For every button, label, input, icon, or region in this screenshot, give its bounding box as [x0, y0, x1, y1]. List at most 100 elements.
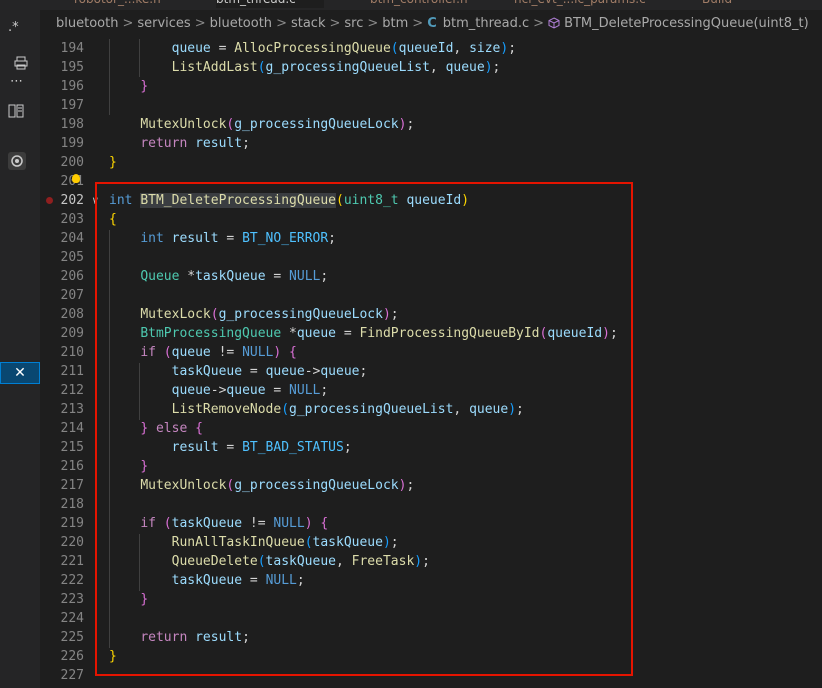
indent-guide	[109, 39, 110, 115]
code-token: g_processingQueueList	[265, 60, 430, 75]
line-number: 202	[60, 193, 84, 208]
tab-item-active[interactable]: btm_thread.c	[216, 0, 324, 8]
line-number: 214	[60, 421, 84, 436]
chevron-right-icon: >	[412, 15, 424, 31]
extension-icon[interactable]	[8, 152, 26, 170]
line-number: 225	[60, 630, 84, 645]
breadcrumb-item[interactable]: src	[344, 16, 363, 31]
chevron-right-icon: >	[122, 15, 134, 31]
line-number: 213	[60, 402, 84, 417]
breadcrumb-item[interactable]: services	[137, 16, 190, 31]
line-number: 209	[60, 326, 84, 341]
code-line[interactable]: 199 return result;	[40, 134, 822, 153]
lightbulb-icon[interactable]	[72, 174, 80, 183]
line-number: 204	[60, 231, 84, 246]
code-token: result	[195, 136, 243, 151]
tab-item[interactable]: Build	[702, 0, 732, 8]
line-number: 203	[60, 212, 84, 227]
printer-icon[interactable]	[14, 56, 28, 74]
code-text: ListAddLast(g_processingQueueList, queue…	[109, 58, 501, 77]
code-token: )	[484, 60, 493, 75]
chevron-right-icon: >	[533, 15, 545, 31]
regex-toggle[interactable]: .*	[8, 20, 19, 35]
code-line[interactable]: 198 MutexUnlock(g_processingQueueLock);	[40, 115, 822, 134]
line-number: 197	[60, 98, 84, 113]
line-number: 211	[60, 364, 84, 379]
line-number: 200	[60, 155, 84, 170]
line-number: 224	[60, 611, 84, 626]
code-token: queueId	[398, 41, 454, 56]
code-token: AllocProcessingQueue	[234, 41, 391, 56]
more-actions-icon[interactable]: ⋯	[10, 74, 23, 89]
code-line[interactable]: 197	[40, 96, 822, 115]
book-icon[interactable]	[8, 104, 24, 122]
code-token: queue	[171, 41, 211, 56]
line-number: 226	[60, 649, 84, 664]
line-number: 206	[60, 269, 84, 284]
code-line[interactable]: 194 queue = AllocProcessingQueue(queueId…	[40, 39, 822, 58]
line-number: 205	[60, 250, 84, 265]
chevron-right-icon: >	[194, 15, 206, 31]
tab-item[interactable]: robotor_...ke.h	[74, 0, 161, 8]
code-line[interactable]: 196 }	[40, 77, 822, 96]
left-sidebar-strip: .* ⋯ ✕	[0, 0, 40, 688]
breadcrumb-item[interactable]: btm	[382, 16, 408, 31]
code-line[interactable]: 200}	[40, 153, 822, 172]
code-token: (	[257, 60, 266, 75]
line-number: 218	[60, 497, 84, 512]
code-text: }	[109, 77, 148, 96]
code-token: MutexUnlock	[140, 117, 227, 132]
chevron-right-icon: >	[367, 15, 379, 31]
line-number: 194	[60, 41, 84, 56]
code-text: MutexUnlock(g_processingQueueLock);	[109, 115, 414, 134]
code-text: return result;	[109, 134, 250, 153]
code-token: ;	[508, 41, 517, 56]
line-number: 199	[60, 136, 84, 151]
tab-item[interactable]: hci_evt_...ic_params.c	[514, 0, 646, 8]
breadcrumb-item[interactable]: stack	[291, 16, 326, 31]
line-number: 216	[60, 459, 84, 474]
highlight-annotation-box	[95, 182, 633, 676]
code-line[interactable]: 195 ListAddLast(g_processingQueueList, q…	[40, 58, 822, 77]
line-number: 196	[60, 79, 84, 94]
line-number: 208	[60, 307, 84, 322]
code-token: ;	[406, 117, 415, 132]
tab-item[interactable]: btm_controller.h	[370, 0, 468, 8]
breadcrumb-symbol[interactable]: BTM_DeleteProcessingQueue(uint8_t)	[564, 16, 809, 31]
code-token: queue	[445, 60, 485, 75]
code-token: ;	[492, 60, 501, 75]
line-number: 227	[60, 668, 84, 683]
code-token: }	[109, 155, 117, 170]
line-number: 217	[60, 478, 84, 493]
line-number: 215	[60, 440, 84, 455]
code-token: ListAddLast	[171, 60, 258, 75]
chevron-right-icon: >	[276, 15, 287, 31]
c-file-icon: C	[427, 15, 437, 31]
line-number: 195	[60, 60, 84, 75]
line-number: 198	[60, 117, 84, 132]
breadcrumb-item[interactable]: bluetooth	[210, 16, 272, 31]
code-token: ,	[429, 60, 446, 75]
line-number: 223	[60, 592, 84, 607]
code-token: return	[140, 136, 188, 151]
chevron-right-icon: >	[329, 15, 341, 31]
indent-guide	[139, 39, 140, 77]
editor-tab-strip: robotor_...ke.h btm_thread.c btm_control…	[40, 0, 822, 10]
code-token: ;	[242, 136, 250, 151]
breadcrumb-file[interactable]: btm_thread.c	[443, 16, 529, 31]
code-token: =	[210, 41, 235, 56]
breadcrumb-item[interactable]: bluetooth	[56, 16, 118, 31]
line-number: 210	[60, 345, 84, 360]
code-text: }	[109, 153, 117, 172]
code-token: ,	[453, 41, 470, 56]
close-panel-button[interactable]: ✕	[0, 362, 40, 384]
line-number: 219	[60, 516, 84, 531]
line-number: 221	[60, 554, 84, 569]
code-token: g_processingQueueLock	[234, 117, 399, 132]
